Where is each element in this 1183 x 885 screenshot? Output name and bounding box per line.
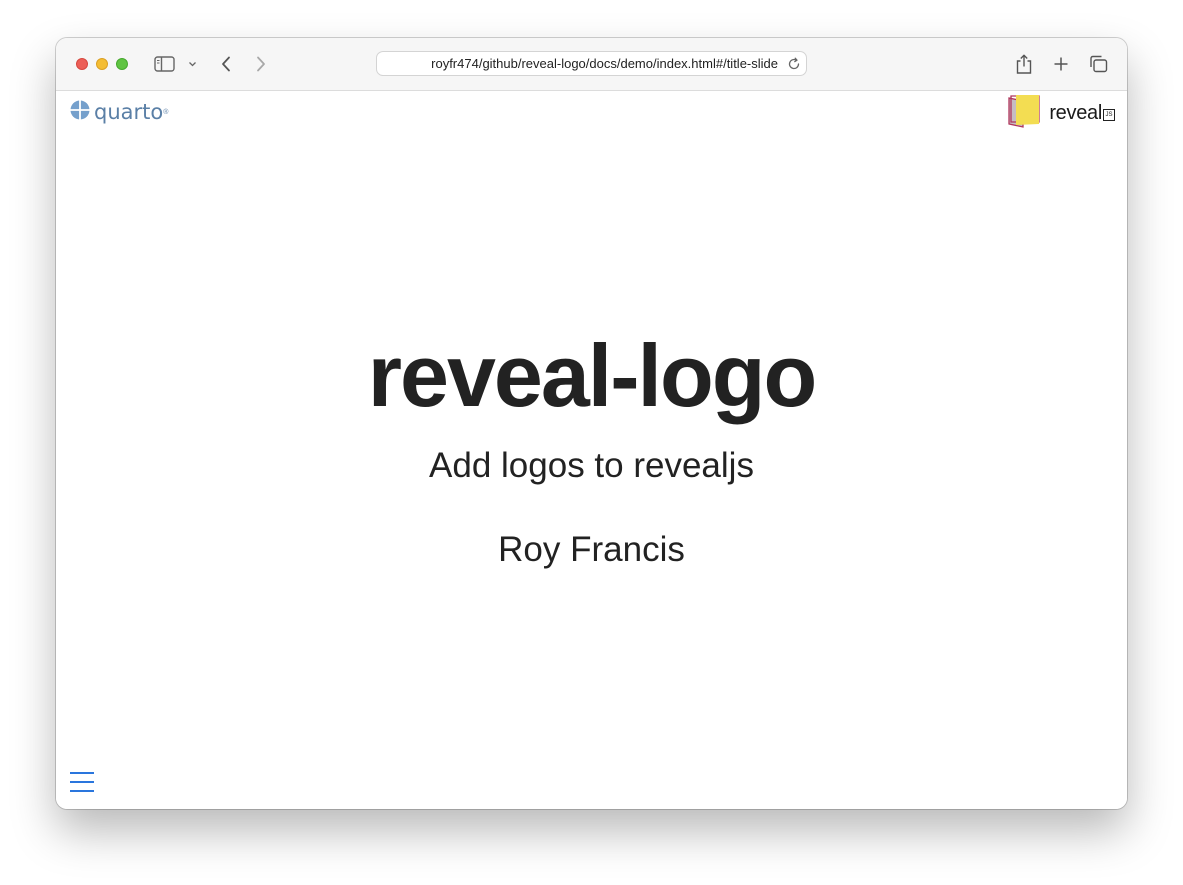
quarto-globe-icon <box>70 100 90 125</box>
close-window-button[interactable] <box>76 58 88 70</box>
share-icon <box>1016 54 1032 74</box>
new-tab-button[interactable] <box>1050 52 1072 76</box>
reload-button[interactable] <box>786 56 802 72</box>
url-text: royfr474/github/reveal-logo/docs/demo/in… <box>431 56 778 71</box>
plus-icon <box>1053 56 1069 72</box>
share-button[interactable] <box>1013 52 1035 76</box>
back-arrow-icon <box>221 56 231 72</box>
address-bar[interactable]: royfr474/github/reveal-logo/docs/demo/in… <box>376 51 807 76</box>
browser-toolbar: royfr474/github/reveal-logo/docs/demo/in… <box>56 38 1127 91</box>
hamburger-menu-icon <box>69 772 95 797</box>
revealjs-logo: reveal JS <box>1006 94 1115 129</box>
desktop: royfr474/github/reveal-logo/docs/demo/in… <box>0 0 1183 885</box>
chevron-down-icon <box>188 61 197 67</box>
back-button[interactable] <box>216 52 236 76</box>
slide-subtitle: Add logos to revealjs <box>429 446 754 485</box>
sidebar-icon <box>153 56 175 72</box>
zoom-window-button[interactable] <box>116 58 128 70</box>
reload-icon <box>786 57 802 75</box>
sidebar-toggle-button[interactable] <box>152 52 176 76</box>
reveal-wordmark: reveal <box>1049 101 1102 124</box>
tabs-overview-icon <box>1089 55 1108 73</box>
minimize-window-button[interactable] <box>96 58 108 70</box>
slide-viewport: quarto ® reveal JS reveal-logo Add logos… <box>56 91 1127 809</box>
quarto-wordmark: quarto <box>94 100 164 124</box>
js-badge: JS <box>1103 108 1115 121</box>
registered-mark: ® <box>163 108 169 116</box>
browser-window: royfr474/github/reveal-logo/docs/demo/in… <box>56 38 1127 809</box>
tab-overview-button[interactable] <box>1087 52 1109 76</box>
slide-menu-button[interactable] <box>69 771 95 793</box>
slide-author: Roy Francis <box>498 530 685 569</box>
sidebar-menu-button[interactable] <box>185 52 199 76</box>
forward-button[interactable] <box>251 52 271 76</box>
quarto-logo: quarto ® <box>70 100 168 124</box>
reveal-box-icon <box>1006 94 1042 133</box>
forward-arrow-icon <box>256 56 266 72</box>
slide-title: reveal-logo <box>367 326 817 425</box>
